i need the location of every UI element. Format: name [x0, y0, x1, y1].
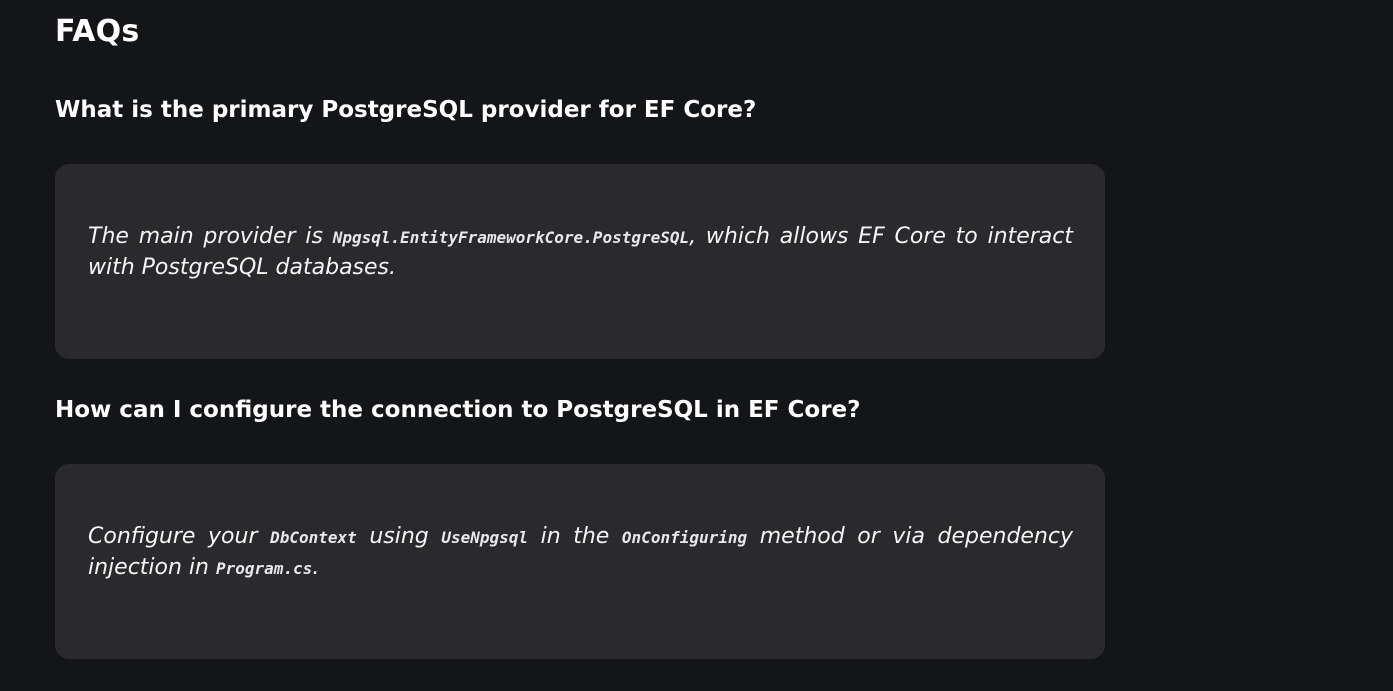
inline-code: OnConfiguring	[621, 528, 748, 547]
inline-code: Npgsql.EntityFrameworkCore.PostgreSQL	[332, 228, 690, 247]
answer-text-segment: in the	[528, 524, 622, 549]
faq-answer-text: Configure your DbContext using UseNpgsql…	[88, 522, 1073, 584]
faq-answer-text: The main provider is Npgsql.EntityFramew…	[88, 222, 1073, 283]
answer-text-segment: Configure your	[88, 524, 271, 549]
answer-text-segment: using	[356, 524, 442, 549]
faq-answer-card: The main provider is Npgsql.EntityFramew…	[55, 164, 1105, 359]
inline-code: UseNpgsql	[441, 528, 529, 547]
faq-answer-card: Configure your DbContext using UseNpgsql…	[55, 464, 1105, 659]
inline-code: DbContext	[270, 528, 357, 547]
faq-heading: FAQs	[55, 14, 140, 49]
faq-question: What is the primary PostgreSQL provider …	[55, 97, 757, 123]
answer-text-segment: The main provider is	[88, 224, 333, 249]
answer-text-segment: .	[312, 555, 320, 580]
inline-code: Program.cs	[215, 559, 313, 578]
faq-question: How can I configure the connection to Po…	[55, 397, 861, 423]
